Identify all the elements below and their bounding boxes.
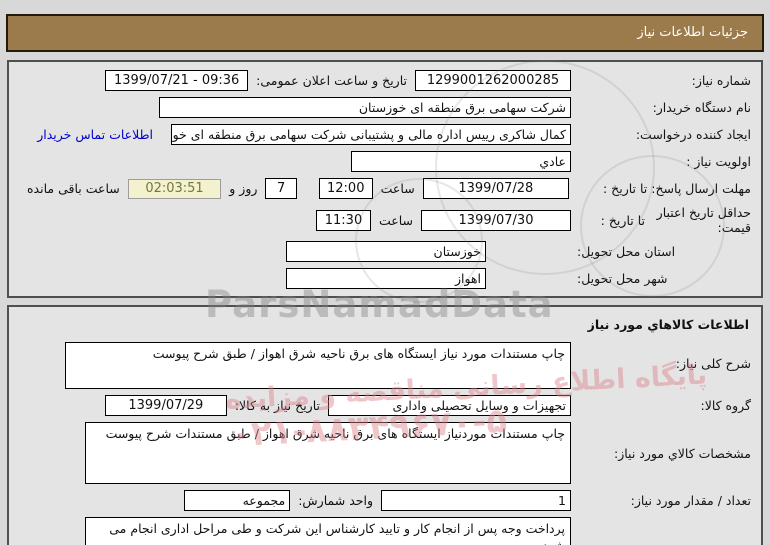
quantity-field[interactable]: 1 xyxy=(381,490,571,511)
row-reply-deadline: مهلت ارسال پاسخ: تا تاریخ : 1399/07/28 س… xyxy=(19,178,751,199)
row-general-desc: شرح کلی نیاز: چاپ مستندات مورد نیاز ایست… xyxy=(19,342,751,389)
priority-label: اولویت نیاز : xyxy=(686,154,751,169)
item-specs-label: مشخصات کالاي مورد نیاز: xyxy=(614,446,751,461)
priority-field[interactable]: عادي xyxy=(351,151,571,172)
buyer-org-label: نام دستگاه خریدار: xyxy=(652,100,751,115)
item-group-field[interactable]: تجهیزات و وسایل تحصیلی واداری xyxy=(328,395,571,416)
announce-datetime-label: تاریخ و ساعت اعلان عمومی: xyxy=(256,73,407,88)
general-desc-label: شرح کلی نیاز: xyxy=(675,356,751,371)
request-creator-label: ایجاد کننده درخواست: xyxy=(635,127,751,142)
reply-deadline-time-field[interactable]: 12:00 xyxy=(318,178,373,199)
row-need-number: شماره نیاز: 1299001262000285 تاریخ و ساع… xyxy=(19,70,751,91)
reply-deadline-days-suffix: روز و xyxy=(229,181,258,196)
item-need-date-field[interactable]: 1399/07/29 xyxy=(104,395,227,416)
need-details-page: { "header": { "title": "جزئیات اطلاعات ن… xyxy=(0,0,770,545)
item-specs-field[interactable]: چاپ مستندات موردنیاز ایستگاه های برق ناح… xyxy=(85,422,571,484)
row-priority: اولویت نیاز : عادي xyxy=(19,151,751,172)
need-number-field[interactable]: 1299001262000285 xyxy=(415,70,571,91)
price-validity-hour-label: ساعت xyxy=(378,212,413,228)
delivery-city-label: شهر محل تحویل: xyxy=(577,271,668,286)
request-creator-field[interactable]: کمال شاکری رییس اداره مالی و پشتیبانی شر… xyxy=(171,124,571,145)
unit-label: واحد شمارش: xyxy=(298,493,373,508)
delivery-province-field[interactable]: خوزستان xyxy=(286,241,486,262)
reply-deadline-label: مهلت ارسال پاسخ: تا تاریخ : xyxy=(602,181,751,196)
row-delivery-province: استان محل تحویل: خوزستان xyxy=(19,241,751,262)
row-item-specs: مشخصات کالاي مورد نیاز: چاپ مستندات مورد… xyxy=(19,422,751,484)
delivery-city-field[interactable]: اهواز xyxy=(286,268,486,289)
row-buyer-notes: توضیحات خریدار: پرداخت وجه پس از انجام ک… xyxy=(19,517,751,545)
reply-countdown-timer: 02:03:51 xyxy=(127,178,222,199)
need-number-label: شماره نیاز: xyxy=(691,73,751,88)
price-validity-date-field[interactable]: 1399/07/30 xyxy=(421,209,571,231)
row-item-group: گروه کالا: تجهیزات و وسایل تحصیلی واداری… xyxy=(19,395,751,416)
buyer-notes-field[interactable]: پرداخت وجه پس از انجام کار و تایید کارشن… xyxy=(85,517,571,545)
row-request-creator: ایجاد کننده درخواست: کمال شاکری رییس ادا… xyxy=(19,124,751,145)
announce-datetime-field[interactable]: 1399/07/21 - 09:36 xyxy=(105,70,249,91)
price-validity-time-field[interactable]: 11:30 xyxy=(315,209,371,231)
price-validity-label-group: حداقل تاریخ اعتبار قیمت: تا تاریخ : xyxy=(571,205,751,235)
page-title: جزئیات اطلاعات نیاز xyxy=(637,25,748,40)
reply-deadline-days-field[interactable]: 7 xyxy=(265,178,297,199)
buyer-org-field[interactable]: شرکت سهامی برق منطقه ای خوزستان xyxy=(159,97,571,118)
item-group-label: گروه کالا: xyxy=(700,398,751,413)
item-need-date-label: تاریخ نیاز به کالا: xyxy=(234,398,320,413)
unit-field[interactable]: مجموعه xyxy=(184,490,291,511)
items-section-title: اطلاعات کالاهاي مورد نیاز xyxy=(587,317,749,332)
row-delivery-city: شهر محل تحویل: اهواز xyxy=(19,268,751,289)
delivery-province-label: استان محل تحویل: xyxy=(577,244,676,259)
reply-countdown-suffix: ساعت باقی مانده xyxy=(27,181,120,196)
price-validity-label: حداقل تاریخ اعتبار قیمت: xyxy=(656,205,751,235)
row-buyer-org: نام دستگاه خریدار: شرکت سهامی برق منطقه … xyxy=(19,97,751,118)
row-quantity: تعداد / مقدار مورد نیاز: 1 واحد شمارش: م… xyxy=(19,490,751,511)
quantity-label: تعداد / مقدار مورد نیاز: xyxy=(630,493,751,508)
reply-deadline-hour-label: ساعت xyxy=(380,181,415,196)
row-price-validity: حداقل تاریخ اعتبار قیمت: تا تاریخ : 1399… xyxy=(19,205,751,235)
price-validity-until-label: تا تاریخ : xyxy=(600,212,645,228)
reply-deadline-date-field[interactable]: 1399/07/28 xyxy=(422,178,569,199)
buyer-contact-link[interactable]: اطلاعات تماس خریدار xyxy=(37,127,153,142)
general-info-panel: شماره نیاز: 1299001262000285 تاریخ و ساع… xyxy=(7,60,763,298)
items-info-panel: اطلاعات کالاهاي مورد نیاز شرح کلی نیاز: … xyxy=(7,305,763,545)
page-title-bar: جزئیات اطلاعات نیاز xyxy=(6,14,764,52)
general-desc-field[interactable]: چاپ مستندات مورد نیاز ایستگاه های برق نا… xyxy=(65,342,571,389)
